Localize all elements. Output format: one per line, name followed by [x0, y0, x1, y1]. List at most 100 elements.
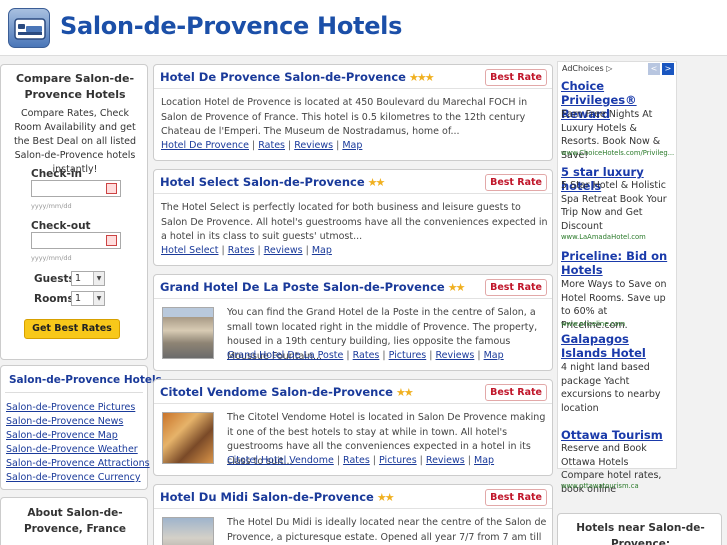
link-currency[interactable]: Salon-de-Provence Currency: [6, 472, 141, 483]
checkin-label: Check-in: [31, 168, 82, 180]
chevron-down-icon: ▼: [93, 292, 104, 305]
ad-title[interactable]: Ottawa Tourism: [561, 428, 673, 442]
best-rate-button[interactable]: Best Rate: [485, 384, 547, 401]
hotel-title[interactable]: Hotel Du Midi Salon-de-Provence ★★: [160, 490, 395, 504]
hotel-card: Grand Hotel De La Poste Salon-de-Provenc…: [153, 274, 553, 371]
hotel-title[interactable]: Citotel Vendome Salon-de-Provence ★★: [160, 385, 414, 399]
pictures-link[interactable]: Pictures: [379, 455, 417, 466]
hotel-name[interactable]: Grand Hotel De La Poste Salon-de-Provenc…: [160, 280, 445, 294]
rates-link[interactable]: Rates: [343, 455, 370, 466]
checkout-field[interactable]: [31, 232, 121, 249]
reviews-link[interactable]: Reviews: [294, 140, 333, 151]
get-best-rates-button[interactable]: Get Best Rates: [24, 319, 120, 339]
ad-title[interactable]: Galapagos Islands Hotel: [561, 332, 673, 360]
star-rating-icon: ★★: [447, 281, 466, 294]
hotel-card: Hotel Du Midi Salon-de-Provence ★★ Best R…: [153, 484, 553, 545]
hotel-photo[interactable]: [162, 412, 214, 464]
nearby-hotels-panel: Hotels near Salon-de-Provence:: [557, 513, 722, 545]
adchoices-icon[interactable]: ▷: [606, 64, 612, 73]
link-news[interactable]: Salon-de-Provence News: [6, 416, 123, 427]
hotel-name[interactable]: Citotel Vendome Salon-de-Provence: [160, 385, 393, 399]
hotel-title[interactable]: Hotel De Provence Salon-de-Provence ★★★: [160, 70, 435, 84]
hotel-photo[interactable]: [162, 517, 214, 545]
nearby-hotels-title: Hotels near Salon-de-Provence:: [576, 522, 705, 545]
best-rate-button[interactable]: Best Rate: [485, 279, 547, 296]
hotel-links: Grand Hotel De La Poste | Rates | Pictur…: [227, 350, 504, 361]
hotel-description: The Hotel Select is perfectly located fo…: [161, 202, 548, 242]
hotel-links: Citotel Hotel Vendome | Rates | Pictures…: [227, 455, 495, 466]
hotel-card: Hotel De Provence Salon-de-Provence ★★★ B…: [153, 64, 553, 161]
ad-body[interactable]: 5 Star Hotel & Holistic Spa Retreat Book…: [561, 179, 673, 233]
guests-label: Guests: [34, 273, 75, 285]
hotel-card: Hotel Select Salon-de-Provence ★★ Best Ra…: [153, 169, 553, 266]
hotel-name-link[interactable]: Grand Hotel De La Poste: [227, 350, 343, 361]
hotel-name[interactable]: Hotel Select Salon-de-Provence: [160, 175, 365, 189]
best-rate-button[interactable]: Best Rate: [485, 174, 547, 191]
compare-description: Compare Rates, Check Room Availability a…: [13, 108, 137, 175]
adchoices-label[interactable]: AdChoices ▷: [562, 64, 612, 73]
hotel-name[interactable]: Hotel Du Midi Salon-de-Provence: [160, 490, 374, 504]
map-link[interactable]: Map: [474, 455, 494, 466]
ad-url[interactable]: www.LaAmadaHotel.com: [561, 233, 646, 241]
guests-value: 1: [75, 273, 82, 284]
hotel-title[interactable]: Grand Hotel De La Poste Salon-de-Provenc…: [160, 280, 466, 294]
rooms-select[interactable]: 1 ▼: [71, 291, 105, 306]
ad-prev-button[interactable]: <: [648, 63, 660, 75]
about-panel: About Salon-de-Provence, France: [0, 497, 148, 545]
site-title[interactable]: Salon-de-Provence Hotels: [60, 12, 402, 40]
ad-body[interactable]: 4 night land based package Yacht excursi…: [561, 361, 673, 415]
checkin-field[interactable]: [31, 180, 121, 197]
guests-select[interactable]: 1 ▼: [71, 271, 105, 286]
reviews-link[interactable]: Reviews: [436, 350, 475, 361]
city-links-panel: Salon-de-Provence Hotels Salon-de-Proven…: [0, 365, 162, 490]
calendar-icon[interactable]: [106, 235, 117, 246]
star-rating-icon: ★★★: [408, 71, 435, 84]
rates-link[interactable]: Rates: [353, 350, 380, 361]
hotel-bed-icon[interactable]: [8, 8, 50, 48]
hotel-title[interactable]: Hotel Select Salon-de-Provence ★★: [160, 175, 386, 189]
star-rating-icon: ★★: [367, 176, 386, 189]
star-rating-icon: ★★: [395, 386, 414, 399]
hotel-links: Hotel De Provence | Rates | Reviews | Ma…: [161, 140, 363, 151]
hotel-description: The Hotel Du Midi is ideally located nea…: [227, 517, 547, 543]
link-pictures[interactable]: Salon-de-Provence Pictures: [6, 402, 135, 413]
pictures-link[interactable]: Pictures: [389, 350, 427, 361]
ad-url[interactable]: www.ottawatourism.ca: [561, 482, 639, 490]
city-links-title[interactable]: Salon-de-Provence Hotels: [9, 374, 162, 386]
adchoices-text[interactable]: AdChoices: [562, 64, 604, 73]
ad-title[interactable]: Priceline: Bid on Hotels: [561, 249, 673, 277]
checkout-label: Check-out: [31, 220, 91, 232]
hotel-name-link[interactable]: Hotel Select: [161, 245, 219, 256]
link-attractions[interactable]: Salon-de-Provence Attractions: [6, 458, 150, 469]
map-link[interactable]: Map: [484, 350, 504, 361]
best-rate-button[interactable]: Best Rate: [485, 489, 547, 506]
compare-rates-panel: Compare Salon-de-Provence Hotels Compare…: [0, 64, 148, 360]
calendar-icon[interactable]: [106, 183, 117, 194]
rates-link[interactable]: Rates: [228, 245, 255, 256]
hotel-name-link[interactable]: Citotel Hotel Vendome: [227, 455, 334, 466]
link-weather[interactable]: Salon-de-Provence Weather: [6, 444, 138, 455]
rooms-label: Rooms: [34, 293, 74, 305]
best-rate-button[interactable]: Best Rate: [485, 69, 547, 86]
top-header: Salon-de-Provence Hotels: [0, 0, 727, 56]
hotel-photo[interactable]: [162, 307, 214, 359]
hotel-description: Location Hotel de Provence is located at…: [161, 97, 528, 137]
reviews-link[interactable]: Reviews: [264, 245, 303, 256]
ad-url[interactable]: www.priceline.com: [561, 320, 625, 328]
ad-next-button[interactable]: >: [662, 63, 674, 75]
checkin-hint: yyyy/mm/dd: [31, 202, 72, 210]
checkout-hint: yyyy/mm/dd: [31, 254, 72, 262]
link-map[interactable]: Salon-de-Provence Map: [6, 430, 118, 441]
hotel-name-link[interactable]: Hotel De Provence: [161, 140, 249, 151]
rates-link[interactable]: Rates: [258, 140, 285, 151]
ad-url[interactable]: www.ChoiceHotels.com/Privileg...: [561, 149, 674, 157]
hotel-name[interactable]: Hotel De Provence Salon-de-Provence: [160, 70, 406, 84]
hotel-links: Hotel Select | Rates | Reviews | Map: [161, 245, 332, 256]
hotel-card: Citotel Vendome Salon-de-Provence ★★ Best…: [153, 379, 553, 476]
map-link[interactable]: Map: [342, 140, 362, 151]
about-title: About Salon-de-Provence, France: [23, 507, 127, 535]
chevron-down-icon: ▼: [93, 272, 104, 285]
reviews-link[interactable]: Reviews: [426, 455, 465, 466]
rooms-value: 1: [75, 293, 82, 304]
map-link[interactable]: Map: [312, 245, 332, 256]
